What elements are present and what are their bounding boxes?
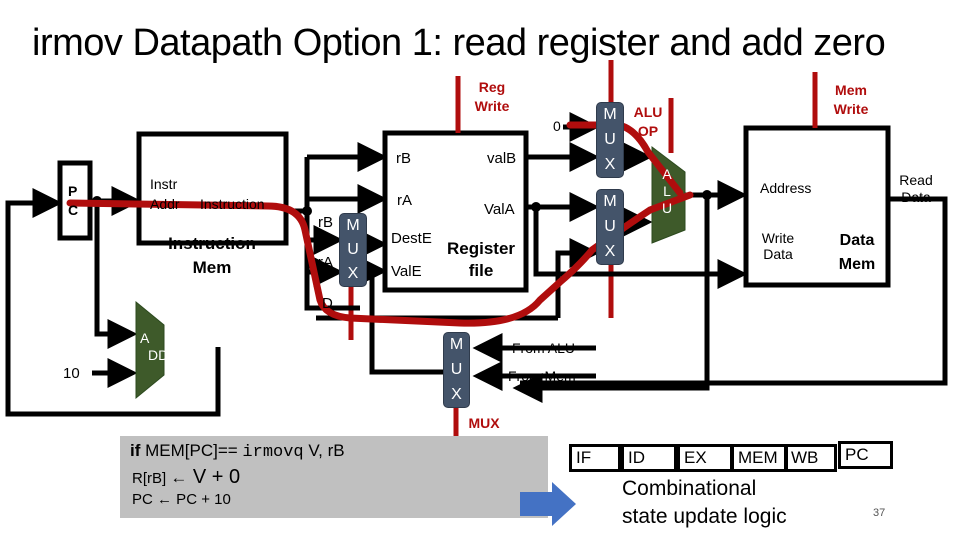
pc-label-p: P [68,183,78,199]
alu-op-label-2: OP [637,122,659,139]
mux-letter: M [346,217,360,234]
code-pc-lhs: PC [132,491,158,508]
instr-addr-label-2: Addr [150,196,180,212]
alu-letter: L [663,183,671,199]
dest-mux-in-rb: rB [318,214,333,231]
code-mem-cond: MEM[PC]== [140,441,243,460]
mux-letter: M [603,106,617,124]
instr-addr-label: Instr [150,176,178,192]
left-arrow-icon: ← [170,468,188,487]
adder-label-a: A [140,330,150,346]
write-data-label-1: Write [761,230,795,246]
alu-mux-a: M U X [596,189,624,265]
stage-if: IF [569,444,621,472]
mux-letter: X [347,265,359,282]
reg-write-label: Reg Write [468,78,516,116]
pc-label-c: C [68,202,79,218]
caption-line-2: state update logic [622,505,787,528]
instruction-mem-label-2: Mem [192,258,232,277]
alu-op-label-1: ALU [633,104,663,120]
mux-letter: M [449,336,464,354]
mem-write-label-2: Write [833,100,869,117]
reg-write-label-2: Write [474,97,510,114]
stage-id: ID [621,444,677,472]
mux-letter: X [604,242,616,260]
d-label: D [322,295,333,312]
data-mem-label: Data Mem [830,229,884,277]
mux-letter: U [604,130,616,148]
mux-letter: X [451,385,462,403]
alu-letters: A L U [662,166,672,217]
page-number: 37 [873,507,886,519]
regfile-port-ra: rA [397,192,412,209]
stage-ex: EX [677,444,733,472]
mux-select-label-1: MUX [468,415,500,431]
data-mem-port-write-data: Write Data [752,230,804,262]
read-data-label-1: Read [899,172,933,188]
left-arrow-icon: ← [157,491,173,508]
code-lhs: R[rB] [132,470,171,487]
wb-mux-in-mem: From Mem [508,368,576,384]
alu-letter: U [662,200,673,216]
data-mem-port-address: Address [760,180,812,196]
mux-letter: M [603,193,617,211]
right-arrow-icon [520,482,576,526]
code-pc-rhs: PC + 10 [172,491,231,508]
dest-mux-in-ra: rA [318,254,333,271]
code-line-1: if MEM[PC]== irmovq V, rB [130,441,345,462]
data-mem-port-read-data: Read Data [892,172,940,206]
mux-letter: U [347,241,359,258]
register-file-label-1: Register [446,239,516,258]
dest-mux: M U X [339,213,367,287]
mux-letter: X [604,155,616,173]
read-data-label-2: Data [901,189,931,205]
stage-wb: WB [784,444,837,472]
regfile-port-deste: DestE [391,230,432,247]
regfile-port-vala: ValA [484,201,515,218]
instruction-mem-label: Instruction Mem [152,232,272,280]
register-file-label-2: file [468,261,494,280]
code-line-3: PC ← PC + 10 [132,491,231,508]
instruction-mem-label-1: Instruction [168,234,256,253]
alu-letter: A [662,166,672,182]
wb-mux: M U X [443,332,470,408]
mux-letter: U [604,217,616,235]
wb-mux-in-alu: From ALU [512,340,576,356]
code-args: V, rB [303,441,345,460]
alu-op-label: ALU OP [630,103,666,141]
alu-mux-b-const-0: 0 [553,118,561,134]
regfile-port-rb: rB [396,150,411,167]
adder-const-10: 10 [63,365,80,382]
code-opcode: irmovq [242,443,304,462]
instruction-port-label: Instruction [200,196,265,212]
data-mem-label-2: Mem [838,256,876,273]
write-data-label-2: Data [763,246,793,262]
caption-line-1: Combinational [622,477,757,500]
regfile-port-valb: valB [487,150,517,167]
mem-write-label: Mem Write [826,81,876,119]
semantics-code-box: if MEM[PC]== irmovq V, rB R[rB] ← V + 0 … [120,436,548,518]
code-keyword-if: if [130,441,141,460]
mux-letter: U [450,360,463,378]
code-rhs: V + 0 [187,466,241,488]
alu-mux-b: M U X [596,102,624,178]
code-line-2: R[rB] ← V + 0 [132,466,240,489]
stage-mem: MEM [731,444,788,472]
adder-label-dd: DD [148,347,169,363]
stage-pc: PC [838,441,893,469]
reg-write-label-1: Reg [478,79,506,95]
register-file-label: Register file [440,238,522,282]
regfile-port-vale: ValE [391,263,422,280]
data-mem-label-1: Data [839,232,875,249]
mem-write-label-1: Mem [835,82,867,98]
